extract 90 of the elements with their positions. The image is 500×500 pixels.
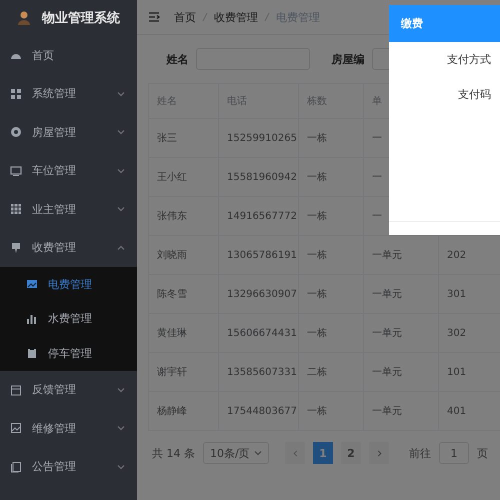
grid-icon bbox=[10, 88, 22, 100]
table-cell: 一 bbox=[372, 211, 382, 222]
table-cell: 刘晓雨 bbox=[157, 250, 187, 261]
dialog-title: 缴费 bbox=[401, 16, 423, 31]
table-cell: 谢宇轩 bbox=[157, 367, 187, 378]
next-page-button[interactable] bbox=[369, 442, 389, 464]
table-cell: 一单元 bbox=[372, 328, 402, 339]
submenu-item[interactable]: 停车管理 bbox=[0, 336, 137, 370]
submenu-item[interactable]: 电费管理 bbox=[0, 267, 137, 302]
table-cell: 15581960942 bbox=[227, 172, 297, 182]
table-cell: 一 bbox=[372, 133, 382, 144]
table-cell: 301 bbox=[447, 288, 466, 300]
table-cell: 15259910265 bbox=[227, 132, 297, 144]
total-count: 共 14 条 bbox=[152, 446, 195, 460]
clipboard-icon bbox=[26, 347, 38, 360]
goto-label: 前往 bbox=[409, 446, 431, 460]
table-cell: 一栋 bbox=[307, 250, 327, 261]
table-cell: 一栋 bbox=[307, 328, 327, 339]
picture-icon bbox=[10, 422, 22, 434]
bar-chart-icon bbox=[26, 312, 38, 325]
table-cell: 401 bbox=[447, 406, 466, 416]
table-cell: 一 bbox=[372, 172, 382, 183]
breadcrumb-item[interactable]: 首页 bbox=[174, 10, 196, 24]
screen-icon bbox=[10, 164, 22, 177]
table-cell: 一单元 bbox=[372, 250, 402, 261]
menu-item[interactable]: 公告管理 bbox=[0, 448, 137, 486]
table-cell: 17544803677 bbox=[227, 406, 297, 416]
chevron-icon bbox=[117, 90, 125, 98]
chevron-icon bbox=[117, 462, 125, 471]
app-title: 物业管理系统 bbox=[42, 10, 120, 27]
table-cell: 黄佳琳 bbox=[157, 328, 187, 339]
table-cell: 一栋 bbox=[307, 211, 327, 222]
table-cell: 15606674431 bbox=[227, 328, 297, 338]
table-cell: 一栋 bbox=[307, 406, 327, 417]
menu-item[interactable]: 首页 bbox=[0, 36, 137, 74]
field-label: 房屋编 bbox=[330, 52, 364, 66]
table-cell: 13585607331 bbox=[227, 366, 297, 378]
table-cell: 302 bbox=[447, 328, 466, 338]
document-icon bbox=[10, 460, 22, 473]
breadcrumb-separator-icon bbox=[202, 12, 208, 22]
chevron-icon bbox=[117, 424, 125, 432]
table-cell: 14916567772 bbox=[227, 210, 297, 222]
field-label: 姓名 bbox=[165, 52, 188, 66]
menu-item[interactable]: 系统管理 bbox=[0, 74, 137, 113]
table-cell: 一栋 bbox=[307, 289, 327, 300]
breadcrumb-item[interactable]: 收费管理 bbox=[214, 10, 258, 24]
chevron-icon bbox=[117, 244, 125, 252]
chevron-icon bbox=[117, 386, 125, 394]
menu-item[interactable]: 房屋管理 bbox=[0, 113, 137, 152]
menu-item[interactable]: 业主管理 bbox=[0, 190, 137, 228]
ring-icon bbox=[10, 126, 22, 138]
table-cell: 张三 bbox=[157, 133, 177, 144]
avatar-icon bbox=[16, 10, 32, 26]
page-button[interactable]: 2 bbox=[341, 442, 361, 464]
chevron-icon bbox=[117, 166, 125, 175]
chevron-icon bbox=[117, 128, 125, 136]
menu-item[interactable]: 收费管理 bbox=[0, 228, 137, 267]
field-label: 支付方式 bbox=[447, 52, 491, 68]
chevron-icon bbox=[254, 449, 262, 457]
table-cell: 13296630907 bbox=[227, 288, 297, 300]
table-cell: 一单元 bbox=[372, 367, 402, 378]
page-suffix: 页 bbox=[477, 446, 488, 460]
calendar-icon bbox=[10, 384, 22, 396]
table-cell: 杨静峰 bbox=[157, 406, 187, 417]
table-cell: 13065786191 bbox=[227, 250, 297, 260]
menu-icon[interactable] bbox=[148, 11, 160, 23]
picture-icon bbox=[26, 278, 38, 290]
chevron-right-icon bbox=[376, 450, 382, 456]
table-cell: 二栋 bbox=[307, 367, 327, 378]
page-input[interactable]: 1 bbox=[439, 442, 469, 464]
table-cell: 陈冬雪 bbox=[157, 289, 187, 300]
table-cell: 202 bbox=[447, 250, 466, 260]
table-cell: 一栋 bbox=[307, 172, 327, 183]
page-size-select[interactable]: 10条/页 bbox=[203, 442, 269, 464]
submenu-item[interactable]: 水费管理 bbox=[0, 302, 137, 336]
table-cell: 一栋 bbox=[307, 133, 327, 144]
table-cell: 一单元 bbox=[372, 406, 402, 417]
field-label: 支付码 bbox=[458, 87, 491, 103]
table-cell: 一单元 bbox=[372, 289, 402, 300]
menu-item[interactable]: 反馈管理 bbox=[0, 370, 137, 409]
prev-page-button[interactable] bbox=[285, 442, 305, 464]
table-cell: 张伟东 bbox=[157, 211, 187, 222]
breadcrumb-separator-icon bbox=[264, 12, 270, 22]
menu-item[interactable]: 维修管理 bbox=[0, 409, 137, 448]
grid-icon bbox=[10, 203, 22, 216]
chevron-icon bbox=[117, 205, 125, 214]
chevron-left-icon bbox=[292, 450, 298, 456]
table-cell: 王小红 bbox=[157, 172, 187, 183]
table-cell: 101 bbox=[447, 366, 466, 378]
menu-item[interactable]: 车位管理 bbox=[0, 152, 137, 190]
